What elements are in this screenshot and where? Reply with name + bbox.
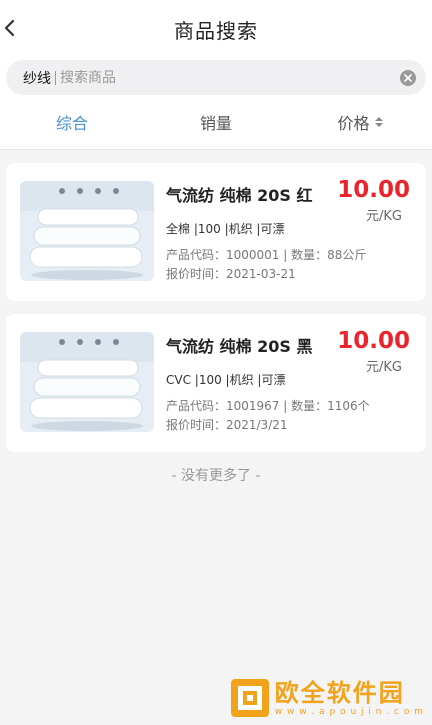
search-input[interactable] — [60, 69, 400, 86]
product-list: 气流纺 纯棉 20S 红 全棉 |100 |机织 |可漂 产品代码：100000… — [0, 150, 432, 485]
header: 商品搜索 — [0, 0, 432, 58]
product-meta: 产品代码：1000001 | 数量：88公斤 报价时间：2021-03-21 — [166, 246, 426, 284]
page-title: 商品搜索 — [174, 18, 258, 43]
product-image — [20, 332, 154, 432]
price-unit: 元/KG — [366, 360, 402, 375]
watermark: 欧全软件园 w w w . a p o u j i n . c o m — [229, 677, 424, 719]
sort-tabs: 综合 销量 价格 — [0, 95, 432, 150]
back-button[interactable] — [2, 16, 24, 40]
search-keyword-tag[interactable]: 纱线 — [23, 68, 51, 88]
product-price: 10.00 — [337, 177, 410, 203]
chevron-left-icon — [4, 19, 15, 37]
tab-label: 价格 — [337, 114, 370, 133]
tab-label: 综合 — [55, 114, 88, 133]
price-box: 10.00 元/KG — [337, 328, 410, 375]
product-code: 产品代码：1000001 | 数量：88公斤 — [166, 248, 367, 262]
watermark-name: 欧全软件园 — [274, 679, 405, 707]
price-unit: 元/KG — [366, 209, 402, 224]
top-bar: 商品搜索 纱线 综合 销量 价格 — [0, 0, 432, 150]
watermark-logo-icon — [230, 679, 269, 717]
product-image — [20, 181, 154, 281]
product-card[interactable]: 气流纺 纯棉 20S 黑 CVC |100 |机织 |可漂 产品代码：10019… — [6, 314, 426, 452]
product-price: 10.00 — [337, 328, 410, 354]
search-bar[interactable]: 纱线 — [6, 60, 426, 95]
no-more-text: - 没有更多了 - — [171, 468, 261, 484]
tab-price[interactable]: 价格 — [288, 110, 432, 134]
product-meta: 产品代码：1001967 | 数量：1106个 报价时间：2021/3/21 — [166, 397, 426, 435]
tab-label: 销量 — [199, 114, 232, 133]
tab-sales[interactable]: 销量 — [144, 110, 288, 134]
quote-time: 报价时间：2021-03-21 — [166, 267, 296, 281]
product-card[interactable]: 气流纺 纯棉 20S 红 全棉 |100 |机织 |可漂 产品代码：100000… — [6, 163, 426, 301]
sort-arrows-icon — [374, 117, 383, 127]
product-code: 产品代码：1001967 | 数量：1106个 — [166, 399, 370, 413]
close-icon — [404, 73, 412, 82]
search-divider — [55, 70, 56, 85]
clear-button[interactable] — [400, 69, 416, 86]
tab-comprehensive[interactable]: 综合 — [0, 110, 144, 134]
watermark-text: 欧全软件园 w w w . a p o u j i n . c o m — [275, 679, 424, 717]
watermark-url: w w w . a p o u j i n . c o m — [274, 707, 424, 717]
price-box: 10.00 元/KG — [337, 177, 410, 224]
quote-time: 报价时间：2021/3/21 — [166, 418, 288, 432]
